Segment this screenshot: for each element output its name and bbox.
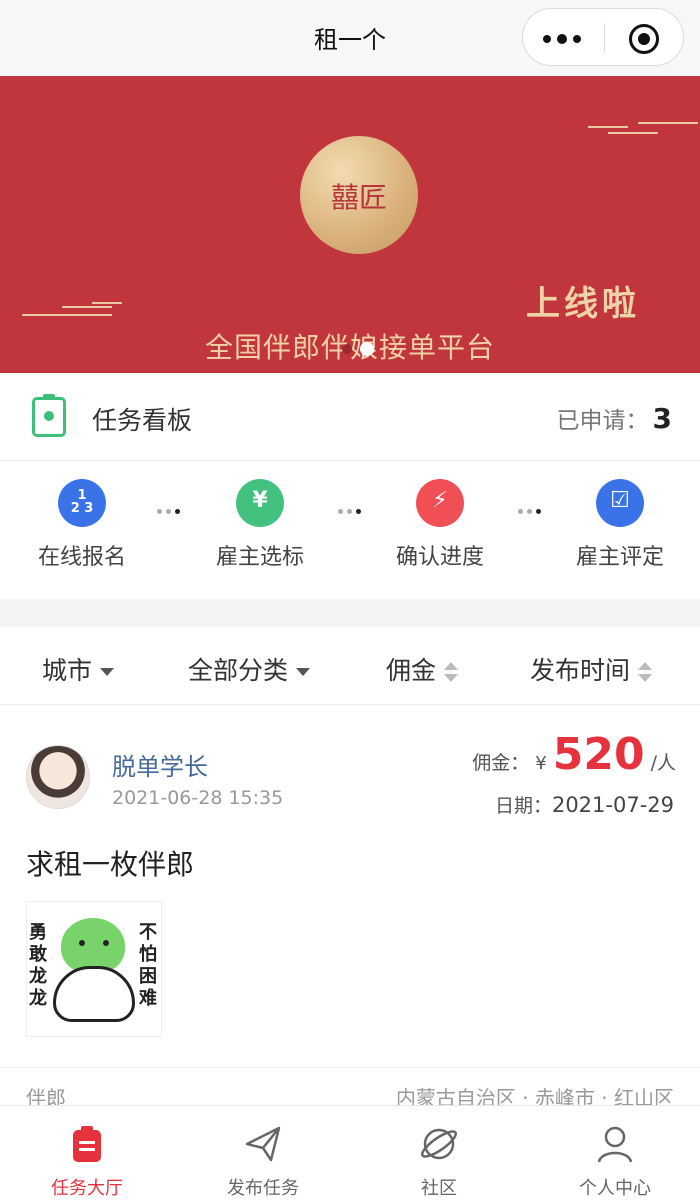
caret-down-icon [296, 668, 311, 676]
user-icon [595, 1124, 635, 1164]
checklist-icon: ☑ [596, 479, 644, 527]
tab-label: 发布任务 [227, 1178, 299, 1199]
panda-body-icon [53, 966, 135, 1022]
tab-label: 个人中心 [579, 1178, 651, 1199]
commission-unit: /人 [650, 752, 676, 774]
step-employer-rating: ☑ 雇主评定 [560, 479, 680, 571]
task-card[interactable]: 脱单学长 2021-06-28 15:35 佣金： ¥520/人 日期：2021-… [0, 705, 700, 1110]
date-value: 2021-07-29 [551, 793, 674, 817]
user-avatar[interactable] [26, 745, 90, 809]
sticker-left-text: 勇敢龙龙 [29, 922, 47, 1009]
step-label: 雇主评定 [575, 545, 664, 570]
step-online-signup: 12 3 在线报名 [22, 479, 142, 571]
carousel-indicator [340, 342, 380, 356]
seal-text: 囍匠 [330, 181, 387, 214]
currency-symbol: ¥ [535, 753, 547, 774]
step-connector [157, 509, 183, 515]
filter-label: 城市 [42, 656, 93, 685]
banner-carousel[interactable]: 囍匠 上线啦 全国伴郎伴娘接单平台 [0, 76, 700, 373]
step-employer-select: ¥ 雇主选标 [200, 479, 320, 571]
sticker-eye [79, 940, 85, 946]
banner-slogan: 上线啦 [526, 284, 640, 324]
section-divider [0, 599, 700, 627]
commission-amount: 520 [552, 729, 645, 780]
task-board[interactable]: 任务看板 已申请： 3 [0, 373, 700, 461]
cloud-ornament-icon [22, 302, 122, 316]
caret-down-icon [100, 668, 115, 676]
step-label: 在线报名 [37, 545, 126, 570]
step-label: 确认进度 [395, 545, 484, 570]
date-label: 日期： [494, 795, 552, 817]
applied-number: 3 [652, 402, 672, 435]
task-image[interactable]: 勇敢龙龙 不怕困难 [26, 901, 162, 1037]
post-time: 2021-06-28 15:35 [112, 787, 284, 809]
applied-count[interactable]: 已申请： 3 [557, 401, 672, 435]
filter-category[interactable]: 全部分类 [188, 651, 311, 687]
sort-icon [444, 661, 459, 683]
event-date: 日期：2021-07-29 [495, 791, 674, 818]
filter-commission[interactable]: 佣金 [386, 651, 459, 687]
filter-bar: 城市 全部分类 佣金 发布时间 [0, 627, 700, 705]
filter-publish-time[interactable]: 发布时间 [530, 651, 653, 687]
process-steps: 12 3 在线报名 ¥ 雇主选标 ⚡ 确认进度 ☑ 雇主评定 [0, 461, 700, 599]
paper-plane-icon [243, 1124, 283, 1164]
capsule-divider [604, 23, 605, 53]
tab-label: 任务大厅 [51, 1178, 123, 1199]
tab-bar: 任务大厅 发布任务 社区 个人中心 [0, 1105, 700, 1200]
filter-label: 发布时间 [530, 656, 631, 685]
applied-label: 已申请： [556, 408, 649, 434]
task-title: 求租一枚伴郎 [26, 848, 195, 881]
filter-city[interactable]: 城市 [42, 651, 115, 687]
tab-profile[interactable]: 个人中心 [555, 1124, 675, 1200]
timer-bolt-icon: ⚡ [416, 479, 464, 527]
tab-label: 社区 [421, 1178, 457, 1199]
carousel-dot[interactable] [342, 344, 352, 354]
tab-community[interactable]: 社区 [379, 1124, 499, 1200]
planet-icon [419, 1124, 459, 1164]
step-label: 雇主选标 [215, 545, 304, 570]
task-board-clipboard-icon [32, 394, 66, 437]
employer-yen-icon: ¥ [236, 479, 284, 527]
step-connector [338, 509, 364, 515]
navigation-bar: 租一个 [0, 0, 700, 76]
commission: 佣金： ¥520/人 [472, 729, 676, 780]
number-grid-icon: 12 3 [58, 479, 106, 527]
mini-program-capsule [522, 8, 684, 66]
filter-label: 全部分类 [188, 656, 289, 685]
user-name[interactable]: 脱单学长 [112, 747, 208, 782]
clipboard-icon [67, 1124, 107, 1164]
sticker-right-text: 不怕困难 [139, 922, 157, 1009]
sticker-eye [103, 940, 109, 946]
commission-label: 佣金： [472, 752, 530, 774]
brand-seal: 囍匠 [300, 136, 418, 254]
task-board-label: 任务看板 [92, 406, 193, 435]
sort-icon [638, 661, 653, 683]
more-options-icon[interactable] [543, 34, 587, 44]
tab-publish-task[interactable]: 发布任务 [203, 1124, 323, 1200]
tab-task-hall[interactable]: 任务大厅 [27, 1124, 147, 1200]
cloud-ornament-icon [588, 122, 698, 136]
filter-label: 佣金 [386, 656, 437, 685]
close-mini-program-icon[interactable] [629, 24, 659, 54]
step-confirm-progress: ⚡ 确认进度 [380, 479, 500, 571]
step-connector [518, 509, 544, 515]
carousel-dot-active[interactable] [360, 342, 374, 356]
task-meta: 伴郎 内蒙古自治区 · 赤峰市 · 红山区 [0, 1067, 700, 1110]
